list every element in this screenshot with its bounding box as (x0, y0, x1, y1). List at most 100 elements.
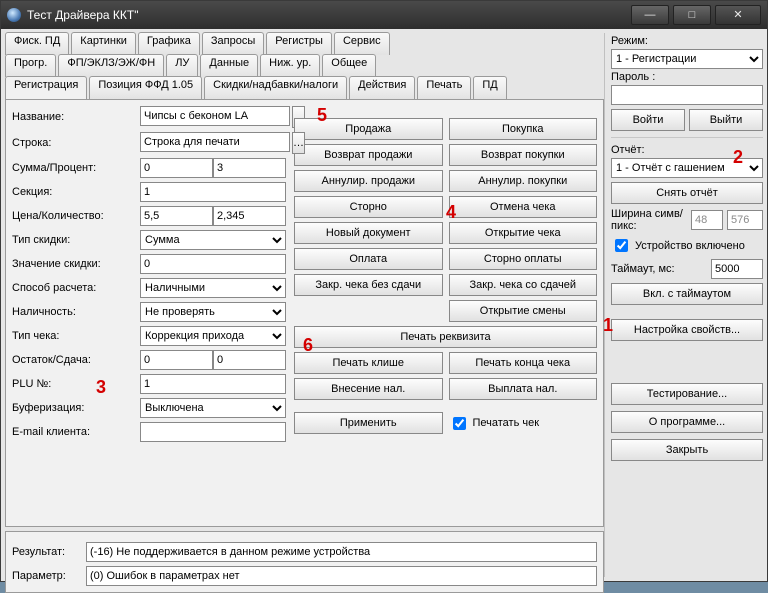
label-line: Строка: (12, 137, 124, 149)
btn-ann-sale[interactable]: Аннулир. продажи (294, 170, 443, 192)
btn-cancel-check[interactable]: Отмена чека (449, 196, 598, 218)
line-more-button[interactable]: … (292, 132, 305, 154)
label-name: Название: (12, 111, 124, 123)
width-chars (691, 210, 723, 230)
btn-close-change[interactable]: Закр. чека со сдачей (449, 274, 598, 296)
btn-print-end[interactable]: Печать конца чека (449, 352, 598, 374)
btn-cash-out[interactable]: Выплата нал. (449, 378, 598, 400)
tab-registratsiya[interactable]: Регистрация (5, 76, 87, 100)
tab-progr[interactable]: Прогр. (5, 54, 56, 77)
chk-print-check-box[interactable] (453, 417, 466, 430)
tab-fp-eklz[interactable]: ФП/ЭКЛЗ/ЭЖ/ФН (58, 54, 164, 77)
label-remain-change: Остаток/Сдача: (12, 354, 124, 366)
buffering-select[interactable]: Выключена (140, 398, 286, 418)
tab-kartinki[interactable]: Картинки (71, 32, 136, 55)
testing-button[interactable]: Тестирование... (611, 383, 763, 405)
chk-device-on[interactable]: Устройство включено (611, 236, 763, 255)
enable-timeout-button[interactable]: Вкл. с таймаутом (611, 283, 763, 305)
label-disc-type: Тип скидки: (12, 234, 124, 246)
chk-device-on-box[interactable] (615, 239, 628, 252)
status-pane: Результат: Параметр: (5, 531, 604, 593)
tab-pechat[interactable]: Печать (417, 76, 471, 99)
pay-method-select[interactable]: Наличными (140, 278, 286, 298)
btn-sale[interactable]: Продажа (294, 118, 443, 140)
mode-select[interactable]: 1 - Регистрации (611, 49, 763, 69)
param-field (86, 566, 597, 586)
tab-skidki[interactable]: Скидки/надбавки/налоги (204, 76, 347, 99)
disc-type-select[interactable]: Сумма (140, 230, 286, 250)
tab-zaprosy[interactable]: Запросы (202, 32, 264, 55)
tab-dannye[interactable]: Данные (200, 54, 258, 77)
label-result: Результат: (12, 546, 86, 558)
btn-ret-sale[interactable]: Возврат продажи (294, 144, 443, 166)
app-icon (7, 8, 21, 22)
label-password: Пароль : (611, 71, 763, 83)
tab-fisk-pd[interactable]: Фиск. ПД (5, 32, 69, 55)
btn-buy[interactable]: Покупка (449, 118, 598, 140)
remain-input[interactable] (140, 350, 213, 370)
tab-positsiya-ffd[interactable]: Позиция ФФД 1.05 (89, 76, 202, 99)
close-window-button[interactable]: ✕ (715, 5, 761, 25)
btn-storno-pay[interactable]: Сторно оплаты (449, 248, 598, 270)
btn-ret-buy[interactable]: Возврат покупки (449, 144, 598, 166)
price-input[interactable] (140, 206, 213, 226)
minimize-button[interactable]: — (631, 5, 669, 25)
line-input[interactable] (140, 132, 290, 152)
close-button[interactable]: Закрыть (611, 439, 763, 461)
properties-button[interactable]: Настройка свойств... (611, 319, 763, 341)
disc-val-input[interactable] (140, 254, 286, 274)
label-mode: Режим: (611, 35, 763, 47)
report-select[interactable]: 1 - Отчёт с гашением (611, 158, 763, 178)
width-px (727, 210, 763, 230)
logout-button[interactable]: Выйти (689, 109, 763, 131)
take-report-button[interactable]: Снять отчёт (611, 182, 763, 204)
qty-input[interactable] (213, 206, 286, 226)
email-input[interactable] (140, 422, 286, 442)
btn-ann-buy[interactable]: Аннулир. покупки (449, 170, 598, 192)
tab-servis[interactable]: Сервис (334, 32, 390, 55)
btn-print-req[interactable]: Печать реквизита (294, 326, 597, 348)
label-cash: Наличность: (12, 306, 124, 318)
btn-open-check[interactable]: Открытие чека (449, 222, 598, 244)
tab-obshchee[interactable]: Общее (322, 54, 376, 77)
name-input[interactable] (140, 106, 290, 126)
about-button[interactable]: О программе... (611, 411, 763, 433)
tab-row-1: Фиск. ПД Картинки Графика Запросы Регист… (5, 33, 604, 55)
tab-lu[interactable]: ЛУ (166, 54, 198, 77)
chk-print-check-label: Печатать чек (473, 417, 540, 429)
registration-pane: 5 4 6 3 Название: … Продажа Покупка (5, 99, 604, 527)
title-bar: Тест Драйвера ККТ" — □ ✕ (1, 1, 767, 29)
label-check-type: Тип чека: (12, 330, 124, 342)
label-price-qty: Цена/Количество: (12, 210, 124, 222)
tab-registry[interactable]: Регистры (266, 32, 332, 55)
password-input[interactable] (611, 85, 763, 105)
btn-cash-in[interactable]: Внесение нал. (294, 378, 443, 400)
window-buttons: — □ ✕ (631, 5, 761, 25)
btn-print-cliche[interactable]: Печать клише (294, 352, 443, 374)
login-button[interactable]: Войти (611, 109, 685, 131)
section-input[interactable] (140, 182, 286, 202)
btn-apply[interactable]: Применить (294, 412, 443, 434)
chk-print-check[interactable]: Печатать чек (449, 412, 598, 434)
cash-select[interactable]: Не проверять (140, 302, 286, 322)
maximize-button[interactable]: □ (673, 5, 711, 25)
label-pay-method: Способ расчета: (12, 282, 124, 294)
btn-storno[interactable]: Сторно (294, 196, 443, 218)
tab-deystviya[interactable]: Действия (349, 76, 415, 99)
btn-new-doc[interactable]: Новый документ (294, 222, 443, 244)
tab-nizh-ur[interactable]: Ниж. ур. (260, 54, 320, 77)
check-type-select[interactable]: Коррекция прихода (140, 326, 286, 346)
tab-grafika[interactable]: Графика (138, 32, 200, 55)
label-disc-val: Значение скидки: (12, 258, 124, 270)
plu-input[interactable] (140, 374, 286, 394)
percent-input[interactable] (213, 158, 286, 178)
btn-pay[interactable]: Оплата (294, 248, 443, 270)
result-field (86, 542, 597, 562)
change-input[interactable] (213, 350, 286, 370)
label-width: Ширина симв/пикс: (611, 208, 687, 232)
btn-close-nochange[interactable]: Закр. чека без сдачи (294, 274, 443, 296)
tab-pd[interactable]: ПД (473, 76, 506, 99)
timeout-input[interactable] (711, 259, 763, 279)
sum-input[interactable] (140, 158, 213, 178)
btn-open-shift[interactable]: Открытие смены (449, 300, 598, 322)
